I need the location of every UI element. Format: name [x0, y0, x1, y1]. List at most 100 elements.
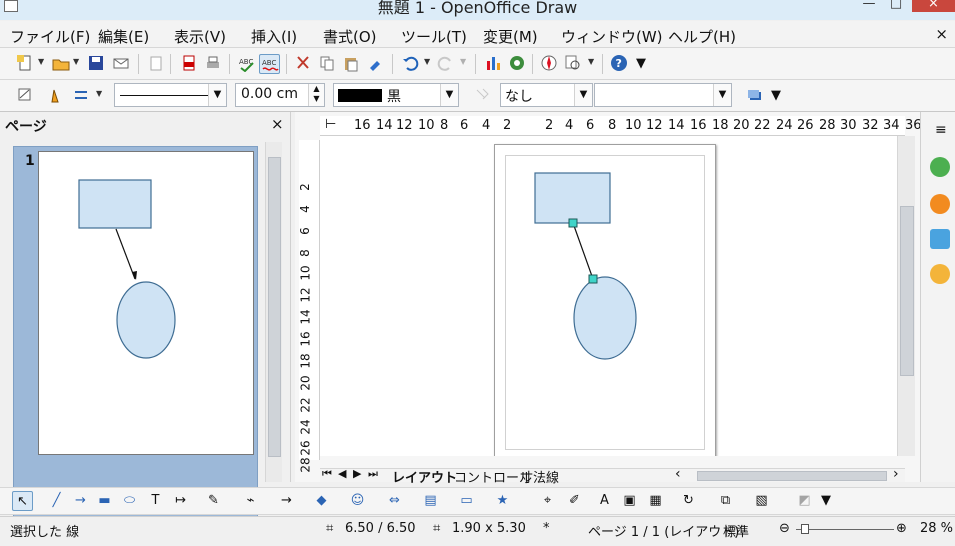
rotate-icon[interactable]: ↻: [678, 491, 699, 511]
align-icon[interactable]: ⧉: [715, 491, 736, 511]
toolbar-overflow[interactable]: ▼: [820, 491, 832, 511]
curve-tool-icon[interactable]: ✎: [203, 491, 224, 511]
edit-file-icon[interactable]: [145, 54, 166, 74]
paste-icon[interactable]: [340, 54, 361, 74]
print-icon[interactable]: [202, 54, 223, 74]
callouts-icon[interactable]: ▭: [456, 491, 477, 511]
scroll-thumb[interactable]: [900, 206, 914, 376]
email-icon[interactable]: [110, 54, 131, 74]
ellipse-shape[interactable]: [573, 276, 637, 360]
drawing-page[interactable]: [494, 144, 716, 456]
close-pages-panel-button[interactable]: ×: [271, 115, 284, 133]
ellipse-tool-icon[interactable]: ⬭: [119, 491, 140, 511]
tab-layout[interactable]: レイアウト: [392, 467, 457, 486]
horizontal-scroll-thumb[interactable]: [697, 471, 887, 481]
autospellcheck-icon[interactable]: ABC: [259, 54, 280, 74]
shadow-icon[interactable]: [743, 86, 764, 106]
toolbar-overflow[interactable]: ▼: [635, 54, 647, 74]
text-tool-icon[interactable]: T: [145, 491, 166, 511]
spellcheck-icon[interactable]: ABC: [236, 54, 257, 74]
clone-format-icon[interactable]: [364, 54, 385, 74]
sidebar-menu-icon[interactable]: ≡: [935, 122, 947, 138]
spin-buttons[interactable]: ▲ ▼: [308, 84, 324, 106]
drawing-canvas[interactable]: [320, 136, 905, 456]
symbol-shapes-icon[interactable]: ☺: [347, 491, 368, 511]
close-window-button[interactable]: ×: [912, 0, 955, 12]
gallery-icon[interactable]: [506, 54, 527, 74]
menu-tools[interactable]: ツール(T): [401, 26, 467, 47]
canvas-horizontal-scrollbar[interactable]: ⏮ ◀ ▶ ⏭ レイアウト コントロール 寸法線 ‹ ›: [320, 466, 905, 486]
menu-insert[interactable]: 挿入(I): [251, 26, 297, 47]
line-end-handle[interactable]: [588, 274, 598, 284]
open-icon[interactable]: [50, 54, 71, 74]
close-document-button[interactable]: ×: [935, 25, 948, 43]
menu-help[interactable]: ヘルプ(H): [668, 26, 736, 47]
redo-icon[interactable]: [435, 54, 456, 74]
line-color-select[interactable]: 黒 ▼: [333, 83, 459, 107]
maximize-button[interactable]: □: [883, 0, 909, 12]
stars-icon[interactable]: ★: [492, 491, 513, 511]
styles-icon[interactable]: [930, 194, 950, 214]
help-icon[interactable]: ?: [608, 54, 629, 74]
navigator-icon[interactable]: [930, 264, 950, 284]
save-icon[interactable]: [85, 54, 106, 74]
line-tool-icon[interactable]: ╱: [46, 491, 67, 511]
canvas-vertical-scrollbar[interactable]: [897, 136, 915, 456]
properties-icon[interactable]: [930, 157, 950, 177]
zoom-out-button[interactable]: ⊖: [779, 521, 790, 536]
chevron-down-icon[interactable]: ▼: [713, 84, 731, 106]
toolbar-overflow[interactable]: ▼: [770, 86, 782, 106]
export-pdf-icon[interactable]: [178, 54, 199, 74]
connector-tool-icon[interactable]: ⌁: [240, 491, 261, 511]
lines-arrows-icon[interactable]: →: [276, 491, 297, 511]
undo-icon[interactable]: [399, 54, 420, 74]
chevron-down-icon[interactable]: ▼: [440, 84, 458, 106]
menu-view[interactable]: 表示(V): [174, 26, 226, 47]
flowchart-icon[interactable]: ▤: [420, 491, 441, 511]
scroll-thumb[interactable]: [268, 157, 281, 457]
cut-icon[interactable]: [292, 54, 313, 74]
fontwork-icon[interactable]: A: [594, 491, 615, 511]
line-style-icon[interactable]: [14, 86, 35, 106]
tab-dimension-lines[interactable]: 寸法線: [520, 467, 559, 486]
new-document-icon[interactable]: [14, 54, 35, 74]
chevron-down-icon[interactable]: ▼: [574, 84, 592, 106]
zoom-in-button[interactable]: ⊕: [896, 521, 907, 536]
menu-modify[interactable]: 変更(M): [483, 26, 538, 47]
arrow-tool-icon[interactable]: →: [70, 491, 91, 511]
zoom-icon[interactable]: [562, 54, 583, 74]
from-file-icon[interactable]: ▣: [619, 491, 640, 511]
points-icon[interactable]: ⌖: [537, 491, 558, 511]
zoom-slider-thumb[interactable]: [801, 524, 809, 534]
page-thumbnail-selected[interactable]: 1: [13, 146, 258, 546]
fill-value-select[interactable]: ▼: [594, 83, 732, 107]
block-arrows-icon[interactable]: ⇔: [384, 491, 405, 511]
minimize-button[interactable]: —: [856, 0, 882, 12]
menu-file[interactable]: ファイル(F): [10, 26, 90, 47]
gallery-icon[interactable]: ▦: [645, 491, 666, 511]
pen-icon[interactable]: [45, 86, 66, 106]
pages-vertical-scrollbar[interactable]: [265, 142, 282, 482]
arrange-icon[interactable]: ▧: [751, 491, 772, 511]
line-style-select[interactable]: ▼: [114, 83, 227, 107]
selected-connector-line[interactable]: [572, 222, 594, 280]
arrow-style-icon[interactable]: [70, 86, 91, 106]
rectangle-shape[interactable]: [534, 172, 611, 224]
rectangle-tool-icon[interactable]: ▬: [94, 491, 115, 511]
gallery-icon[interactable]: [930, 229, 950, 249]
copy-icon[interactable]: [316, 54, 337, 74]
menu-edit[interactable]: 編集(E): [98, 26, 149, 47]
glue-points-icon[interactable]: ✐: [564, 491, 585, 511]
chevron-down-icon[interactable]: ▼: [208, 84, 226, 106]
menu-format[interactable]: 書式(O): [323, 26, 377, 47]
select-tool-icon[interactable]: ↖: [12, 491, 33, 511]
extrusion-icon[interactable]: ◩: [794, 491, 815, 511]
fill-style-select[interactable]: なし ▼: [500, 83, 593, 107]
line-width-field[interactable]: 0.00 cm ▲ ▼: [235, 83, 325, 107]
menu-window[interactable]: ウィンドウ(W): [561, 26, 663, 47]
navigator-icon[interactable]: [538, 54, 559, 74]
line-start-handle[interactable]: [568, 218, 578, 228]
chart-icon[interactable]: [482, 54, 503, 74]
basic-shapes-icon[interactable]: ◆: [311, 491, 332, 511]
callout-tool-icon[interactable]: ↦: [170, 491, 191, 511]
